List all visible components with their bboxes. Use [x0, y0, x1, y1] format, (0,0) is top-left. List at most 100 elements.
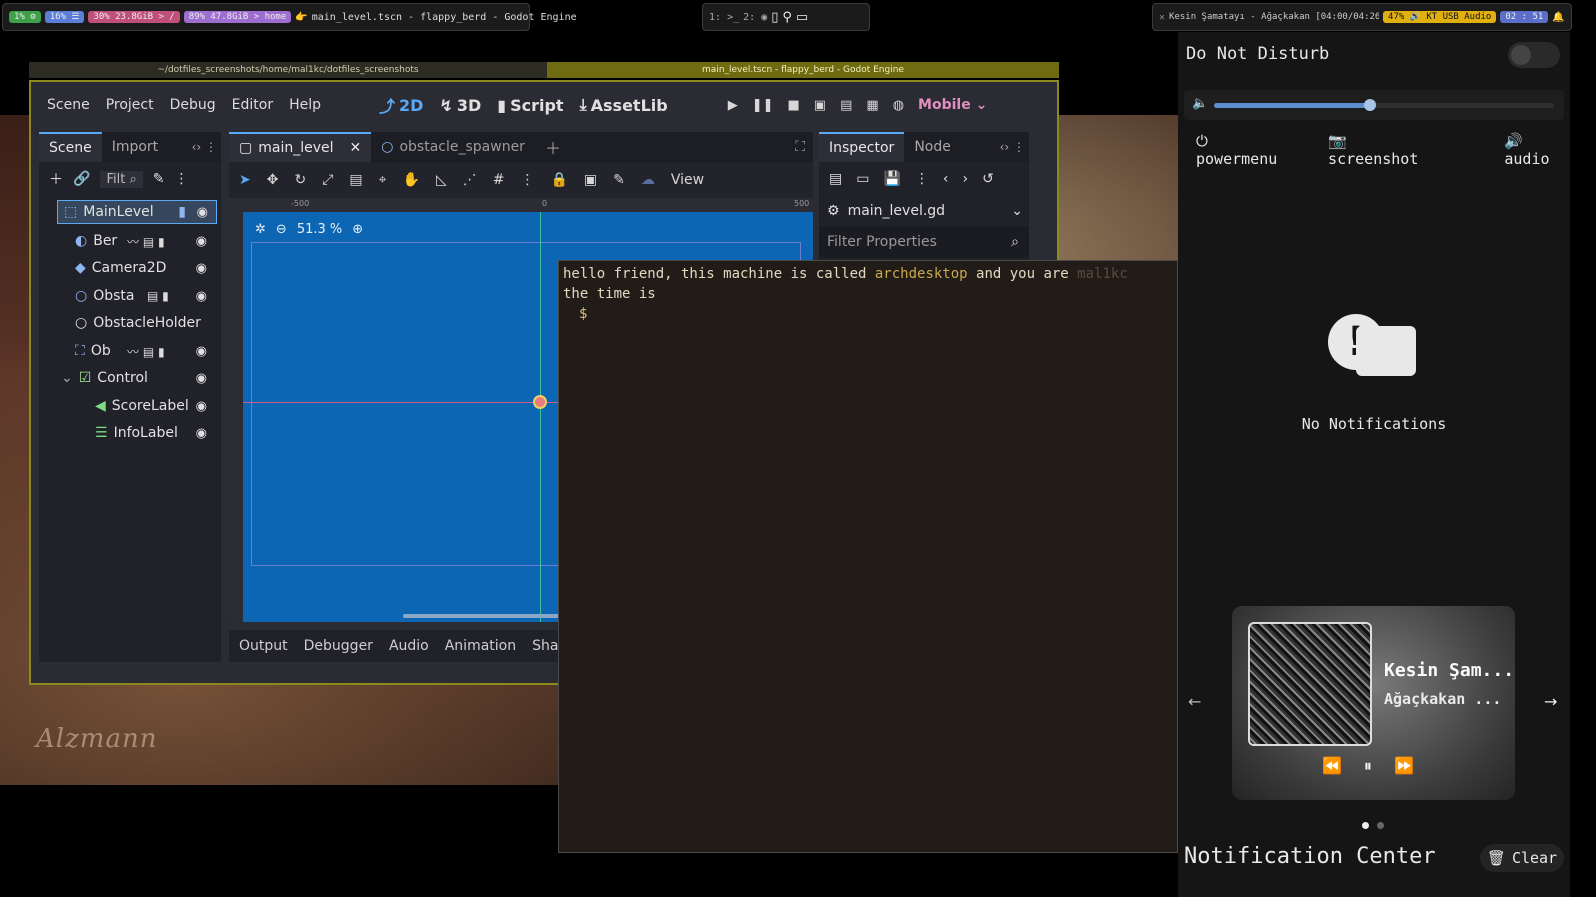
- dock-arrows-icon[interactable]: ‹› ⋮: [192, 140, 221, 154]
- renderer-select[interactable]: Mobile ⌄: [918, 97, 987, 113]
- pause-icon[interactable]: ❚❚: [752, 98, 774, 113]
- tab-import[interactable]: Import: [102, 132, 168, 162]
- play-icon[interactable]: ▶: [728, 98, 738, 113]
- menu-help[interactable]: Help: [289, 97, 321, 113]
- play-scene-icon[interactable]: ▤: [840, 98, 852, 113]
- memory-pill[interactable]: 16% ☰: [44, 11, 85, 23]
- display-icon[interactable]: ▭: [796, 10, 808, 25]
- previous-icon[interactable]: ⏪: [1322, 756, 1342, 776]
- tree-row-mainlevel[interactable]: ⬚ MainLevel ▮ ◉: [57, 200, 217, 224]
- cpu-pill[interactable]: 1% ⚙: [9, 11, 41, 23]
- close-icon[interactable]: ✕: [1159, 12, 1165, 23]
- page-dot-active[interactable]: [1362, 822, 1369, 829]
- pan-tool-icon[interactable]: ✋: [403, 172, 420, 188]
- visibility-icon[interactable]: ◉: [196, 399, 207, 414]
- tab-obstacle-spawner[interactable]: ○ obstacle_spawner: [371, 132, 535, 162]
- signal-icon[interactable]: 〰 ▤ ▮: [127, 343, 165, 360]
- dnd-toggle[interactable]: [1508, 42, 1560, 68]
- home-disk-pill[interactable]: 89% 47.8GiB > home: [183, 11, 292, 23]
- lock-icon[interactable]: 🔒: [550, 172, 567, 188]
- move-tool-icon[interactable]: ✥: [267, 172, 279, 188]
- zoom-level[interactable]: 51.3 %: [297, 222, 342, 237]
- more-icon[interactable]: ⋮: [520, 172, 534, 188]
- add-tab-icon[interactable]: ＋: [545, 135, 561, 159]
- pivot-tool-icon[interactable]: ⌖: [379, 172, 387, 188]
- tab-main-level[interactable]: ▢ main_level ✕: [229, 132, 372, 162]
- filter-properties-input[interactable]: Filter Properties ⌕: [819, 226, 1029, 258]
- visibility-icon[interactable]: ◉: [196, 344, 207, 359]
- view-menu[interactable]: View: [671, 172, 704, 188]
- more-icon[interactable]: ⋮: [174, 171, 188, 187]
- clock-pill[interactable]: 02 : 51: [1500, 11, 1549, 23]
- smart-snap-icon[interactable]: ⋰: [463, 172, 477, 188]
- filter-input[interactable]: Filt ⌕: [100, 170, 143, 188]
- visibility-icon[interactable]: ◉: [196, 371, 207, 386]
- menu-project[interactable]: Project: [106, 97, 154, 113]
- add-node-icon[interactable]: ＋: [49, 169, 63, 189]
- arrow-left-icon[interactable]: ←: [1188, 692, 1201, 711]
- tree-row-ob[interactable]: ⛶ Ob 〰 ▤ ▮ ◉: [75, 338, 217, 364]
- play-custom-icon[interactable]: ▦: [866, 98, 878, 113]
- workspace-script-button[interactable]: ▮ Script: [497, 93, 563, 117]
- zoom-out-icon[interactable]: ⊖: [276, 222, 287, 237]
- pause-icon[interactable]: ⏸: [1364, 756, 1372, 776]
- link-icon[interactable]: 🔗: [73, 171, 90, 187]
- select-tool-icon[interactable]: ➤: [239, 172, 251, 188]
- chevron-down-icon[interactable]: ⌄: [61, 370, 73, 386]
- tab-inspector[interactable]: Inspector: [819, 132, 905, 162]
- tree-row-ber[interactable]: ◐ Ber 〰 ▤ ▮ ◉: [75, 228, 217, 254]
- workspace-2d-button[interactable]: ⤴ 2D: [379, 93, 423, 117]
- visibility-icon[interactable]: ◉: [197, 205, 208, 220]
- menu-editor[interactable]: Editor: [232, 97, 273, 113]
- visibility-icon[interactable]: ◉: [196, 289, 207, 304]
- next-icon[interactable]: ⏩: [1394, 756, 1414, 776]
- movie-maker-icon[interactable]: ◍: [893, 98, 904, 113]
- phone-icon[interactable]: ▯: [771, 10, 778, 25]
- origin-gizmo[interactable]: [533, 395, 547, 409]
- instance-icon[interactable]: ▤ ▮: [147, 289, 169, 303]
- volume-pill[interactable]: 47% 🔊 KT USB Audio: [1383, 11, 1497, 23]
- visibility-icon[interactable]: ◉: [196, 261, 207, 276]
- open-folder-icon[interactable]: ▭: [856, 171, 869, 187]
- zoom-in-icon[interactable]: ⊕: [352, 222, 363, 237]
- fullscreen-icon[interactable]: ⛶: [795, 139, 813, 155]
- inspector-resource[interactable]: ⚙ main_level.gd ⌄: [819, 196, 1029, 226]
- save-icon[interactable]: 💾: [883, 171, 900, 187]
- menu-debug[interactable]: Debug: [170, 97, 216, 113]
- tab-output[interactable]: Output: [239, 638, 288, 654]
- signal-icon[interactable]: 〰 ▤ ▮: [127, 233, 165, 250]
- scale-tool-icon[interactable]: ⤢: [322, 172, 333, 188]
- workspace-3d-button[interactable]: ↯ 3D: [439, 93, 481, 117]
- dock-arrows-icon[interactable]: ‹› ⋮: [1000, 140, 1029, 154]
- grid-snap-icon[interactable]: #: [493, 172, 505, 188]
- new-resource-icon[interactable]: ▤: [829, 171, 842, 187]
- audio-button[interactable]: 🔊 audio: [1504, 132, 1570, 168]
- back-icon[interactable]: ‹: [943, 171, 949, 187]
- tree-row-camera[interactable]: ◆ Camera2D ◉: [75, 255, 217, 281]
- history-icon[interactable]: ↺: [982, 171, 994, 187]
- screenshot-button[interactable]: 📷 screenshot: [1328, 132, 1434, 168]
- page-dot[interactable]: [1377, 822, 1384, 829]
- forward-icon[interactable]: ›: [963, 171, 969, 187]
- workspace-2[interactable]: 2: ◉: [743, 12, 767, 23]
- visibility-icon[interactable]: ◉: [196, 426, 207, 441]
- speaker-icon[interactable]: 🔈: [1192, 96, 1208, 111]
- clear-button[interactable]: 🗑 Clear: [1480, 844, 1564, 872]
- stop-icon[interactable]: ■: [788, 98, 800, 113]
- close-tab-icon[interactable]: ✕: [350, 134, 362, 162]
- script-icon[interactable]: ▮: [178, 204, 186, 220]
- tab-scene[interactable]: Scene: [39, 132, 102, 162]
- more-icon[interactable]: ⋮: [915, 171, 929, 187]
- skeleton-icon[interactable]: ☁: [641, 172, 655, 188]
- chevron-down-icon[interactable]: ⌄: [1011, 203, 1023, 219]
- volume-slider[interactable]: [1214, 99, 1554, 111]
- workspace-assetlib-button[interactable]: ⤓ AssetLib: [580, 93, 668, 117]
- terminal-window[interactable]: hello friend, this machine is called arc…: [558, 260, 1178, 853]
- group-icon[interactable]: ▣: [584, 172, 597, 188]
- media-status[interactable]: Kesin Şamatayı - Ağaçkakan [04:00/04:26]: [1169, 12, 1379, 22]
- tab-node[interactable]: Node: [904, 132, 961, 162]
- arrow-right-icon[interactable]: →: [1544, 692, 1557, 711]
- bell-icon[interactable]: 🔔: [1552, 12, 1564, 23]
- list-tool-icon[interactable]: ▤: [349, 172, 362, 188]
- menu-scene[interactable]: Scene: [47, 97, 90, 113]
